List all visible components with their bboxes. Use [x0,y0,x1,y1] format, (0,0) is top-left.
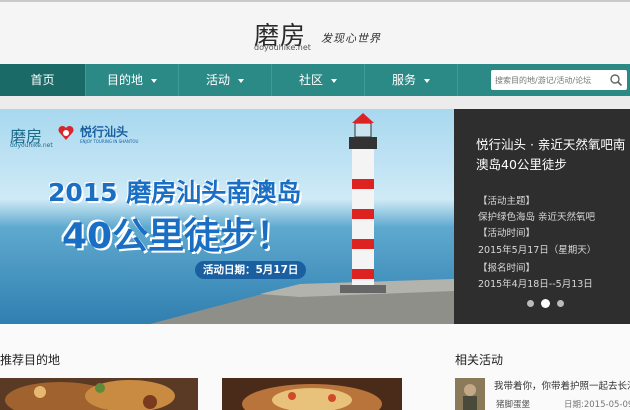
site-logo-domain: doyouhike.net [254,43,311,52]
related-activity-thumb[interactable] [455,378,485,410]
related-activity-author[interactable]: 猪脚蛋堡 [496,398,530,410]
nav-community[interactable]: 社区 [272,64,364,96]
partner-logo: 悦行汕头 [80,125,129,139]
nav-service[interactable]: 服务 [365,64,457,96]
banner-info-panel: 悦行汕头 · 亲近天然氧吧南澳岛40公里徒步 【活动主题】 保护绿色海岛 亲近天… [454,109,630,324]
banner-brand-domain: doyouhike.net [10,142,53,149]
nav-activity-label: 活动 [205,73,230,87]
nav-destination[interactable]: 目的地 [86,64,178,96]
slide-dot-active[interactable] [541,299,550,308]
nav-community-label: 社区 [298,73,323,87]
info-line: 保护绿色海岛 亲近天然氧吧 [478,212,596,223]
banner-headline: 2015 磨房汕头南澳岛 [48,178,302,207]
slide-dot[interactable] [557,300,564,307]
destination-thumb[interactable] [222,378,402,410]
info-title[interactable]: 悦行汕头 · 亲近天然氧吧南澳岛40公里徒步 [476,135,626,175]
related-title: 相关活动 [455,353,504,367]
nav-activity[interactable]: 活动 [179,64,271,96]
chevron-down-icon [424,78,430,83]
destination-thumb[interactable] [0,378,198,410]
info-line: 【报名时间】 [478,263,536,274]
chevron-down-icon [151,78,157,83]
nav-home[interactable]: 首页 [0,64,85,96]
info-line: 【活动时间】 [478,228,536,239]
site-slogan: 发现心世界 [321,32,381,45]
search-icon[interactable] [609,73,623,87]
search-box [491,70,627,90]
info-line: 【活动主题】 [478,196,536,207]
nav-destination-label: 目的地 [106,73,143,87]
related-activity-date: 日期:2015-05-09 [564,400,630,410]
recommended-title: 推荐目的地 [0,353,61,367]
chevron-down-icon [238,78,244,83]
info-line: 2015年4月18日--5月13日 [478,279,593,290]
related-activity-link[interactable]: 我带着你，你带着护照一起去长沙 [494,378,630,392]
search-input[interactable] [495,72,607,88]
banner-date-badge: 活动日期：5月17日 [195,261,307,279]
slide-dot[interactable] [527,300,534,307]
info-line: 2015年5月17日（星期天） [478,245,597,256]
nav-home-label: 首页 [30,73,55,87]
site-header: 磨房 doyouhike.net 发现心世界 [0,0,630,64]
heart-icon [58,125,74,140]
banner-slide[interactable]: 磨房 doyouhike.net 悦行汕头 ENJOY TOURING IN S… [0,109,454,324]
spacer [0,96,630,109]
nav-service-label: 服务 [391,73,416,87]
partner-subtitle: ENJOY TOURING IN SHANTOU [80,139,139,144]
banner-headline-2: 40公里徒步！ [62,216,293,257]
chevron-down-icon [331,78,337,83]
